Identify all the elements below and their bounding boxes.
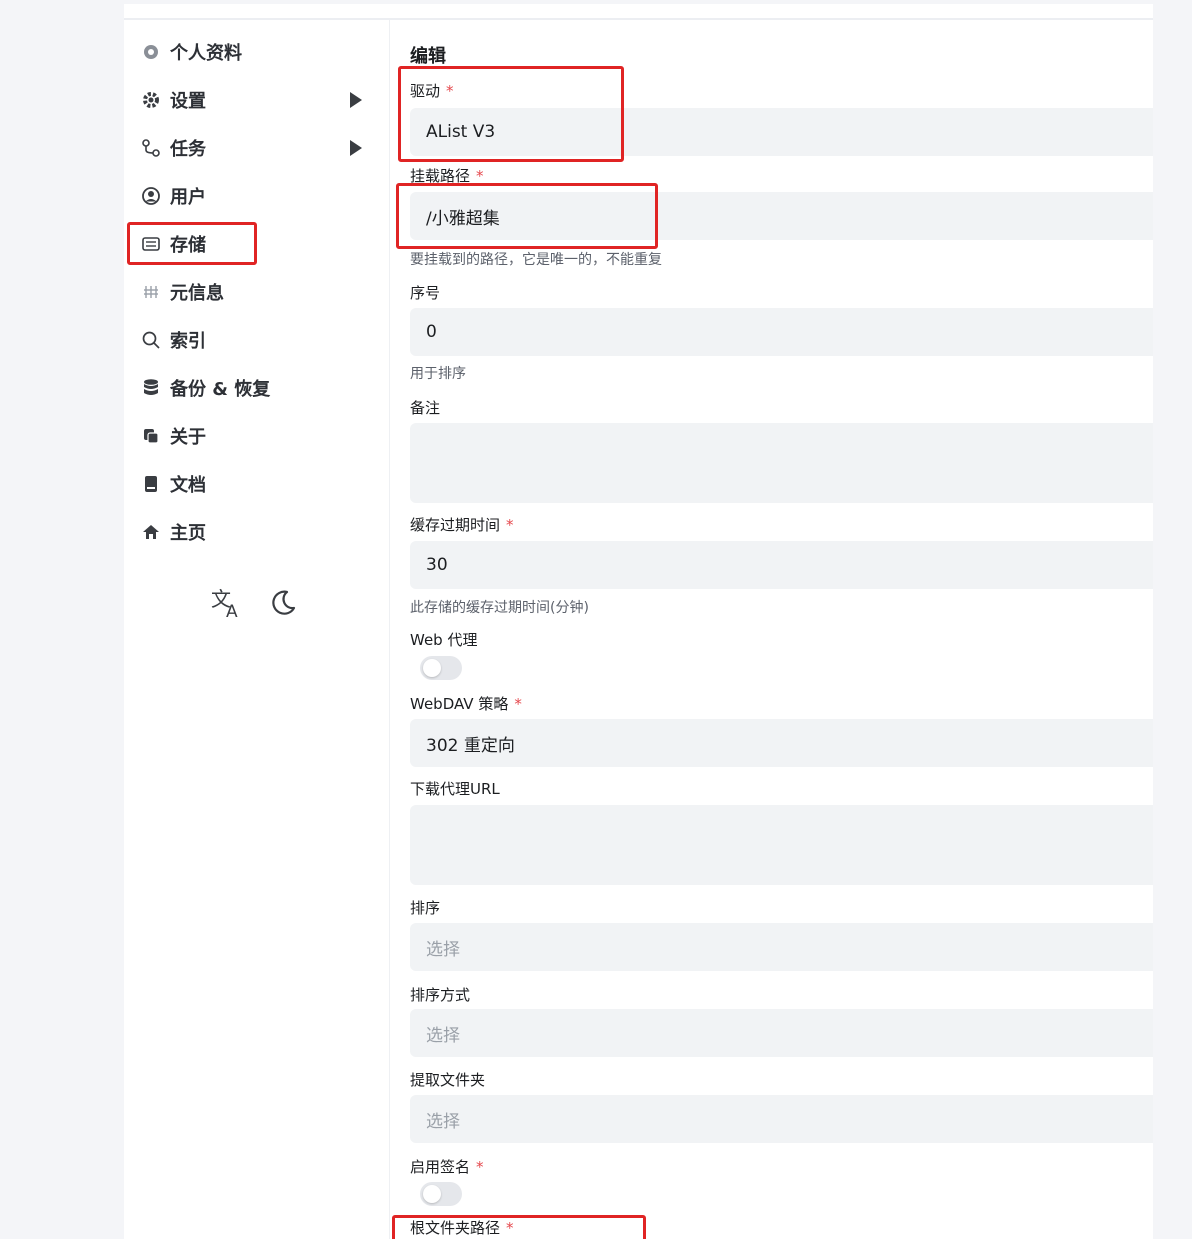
sidebar-item-settings[interactable]: 设置	[140, 80, 374, 120]
chevron-right-icon	[350, 92, 362, 108]
order-label: 序号	[410, 284, 441, 302]
driver-select[interactable]: AList V3	[410, 108, 1153, 156]
webdav-policy-label: WebDAV 策略 *	[410, 695, 522, 713]
moon-icon[interactable]	[268, 588, 298, 622]
remark-label: 备注	[410, 399, 441, 417]
extract-folder-select[interactable]: 选择	[410, 1095, 1153, 1143]
sidebar-item-docs[interactable]: 文档	[140, 464, 374, 504]
webdav-policy-select[interactable]: 302 重定向	[410, 719, 1153, 767]
task-flow-icon	[140, 137, 162, 159]
order-by-select[interactable]: 选择	[410, 923, 1153, 971]
enable-sign-toggle[interactable]	[420, 1182, 462, 1206]
sidebar-item-tasks[interactable]: 任务	[140, 128, 374, 168]
copy-icon	[140, 425, 162, 447]
extract-folder-label: 提取文件夹	[410, 1071, 486, 1089]
translate-icon[interactable]: 文A	[210, 586, 244, 624]
mount-path-input[interactable]: /小雅超集	[410, 192, 1153, 240]
sidebar: 个人资料 设置 任务 用户 存储 元信息 索引 备份 & 恢复 关于 文档 主页…	[124, 20, 390, 1239]
order-input[interactable]: 0	[410, 308, 1153, 356]
sidebar-item-label: 文档	[170, 475, 206, 496]
toggle-knob	[423, 1185, 441, 1203]
search-icon	[140, 329, 162, 351]
sidebar-item-backup[interactable]: 备份 & 恢复	[140, 368, 374, 408]
storage-icon	[140, 233, 162, 255]
edit-form: 编辑 驱动 * AList V3 挂载路径 * /小雅超集 要挂载到的路径，它是唯一…	[410, 20, 1153, 1239]
mount-path-hint: 要挂载到的路径，它是唯一的，不能重复	[410, 252, 662, 268]
sidebar-item-label: 备份 & 恢复	[170, 379, 271, 400]
enable-sign-label: 启用签名 *	[410, 1158, 484, 1176]
cache-expiration-label: 缓存过期时间 *	[410, 516, 514, 534]
chevron-right-icon	[350, 140, 362, 156]
user-settings-icon	[140, 41, 162, 63]
remark-textarea[interactable]	[410, 423, 1153, 503]
metadata-icon	[140, 281, 162, 303]
app-window: 个人资料 设置 任务 用户 存储 元信息 索引 备份 & 恢复 关于 文档 主页…	[124, 4, 1153, 1239]
page-title: 编辑	[410, 46, 446, 67]
order-hint: 用于排序	[410, 366, 466, 382]
sidebar-tools: 文A	[210, 586, 298, 624]
gear-icon	[140, 89, 162, 111]
download-proxy-url-textarea[interactable]	[410, 805, 1153, 885]
home-icon	[140, 521, 162, 543]
sidebar-item-label: 元信息	[170, 283, 224, 304]
sidebar-item-metadata[interactable]: 元信息	[140, 272, 374, 312]
sidebar-item-index[interactable]: 索引	[140, 320, 374, 360]
web-proxy-label: Web 代理	[410, 631, 478, 649]
sidebar-item-profile[interactable]: 个人资料	[140, 32, 374, 72]
download-proxy-url-label: 下载代理URL	[410, 780, 500, 798]
toggle-knob	[423, 659, 441, 677]
sidebar-item-label: 主页	[170, 523, 206, 544]
sidebar-item-label: 个人资料	[170, 43, 242, 64]
mount-path-label: 挂载路径 *	[410, 167, 484, 185]
user-circle-icon	[140, 185, 162, 207]
order-direction-select[interactable]: 选择	[410, 1009, 1153, 1057]
web-proxy-toggle[interactable]	[420, 656, 462, 680]
svg-text:A: A	[226, 602, 238, 620]
sidebar-item-label: 用户	[170, 187, 206, 208]
sidebar-item-storage[interactable]: 存储	[140, 224, 374, 264]
driver-label: 驱动 *	[410, 82, 454, 100]
sidebar-item-label: 索引	[170, 331, 206, 352]
root-folder-path-label: 根文件夹路径 *	[410, 1219, 514, 1237]
cache-expiration-hint: 此存储的缓存过期时间(分钟)	[410, 600, 589, 616]
order-direction-label: 排序方式	[410, 986, 471, 1004]
sidebar-item-users[interactable]: 用户	[140, 176, 374, 216]
sidebar-item-label: 存储	[170, 235, 206, 256]
order-by-label: 排序	[410, 899, 441, 917]
cache-expiration-input[interactable]: 30	[410, 541, 1153, 589]
sidebar-item-about[interactable]: 关于	[140, 416, 374, 456]
database-icon	[140, 377, 162, 399]
book-icon	[140, 473, 162, 495]
sidebar-item-label: 关于	[170, 427, 206, 448]
sidebar-item-label: 任务	[170, 139, 206, 160]
sidebar-item-label: 设置	[170, 91, 206, 112]
sidebar-item-home[interactable]: 主页	[140, 512, 374, 552]
